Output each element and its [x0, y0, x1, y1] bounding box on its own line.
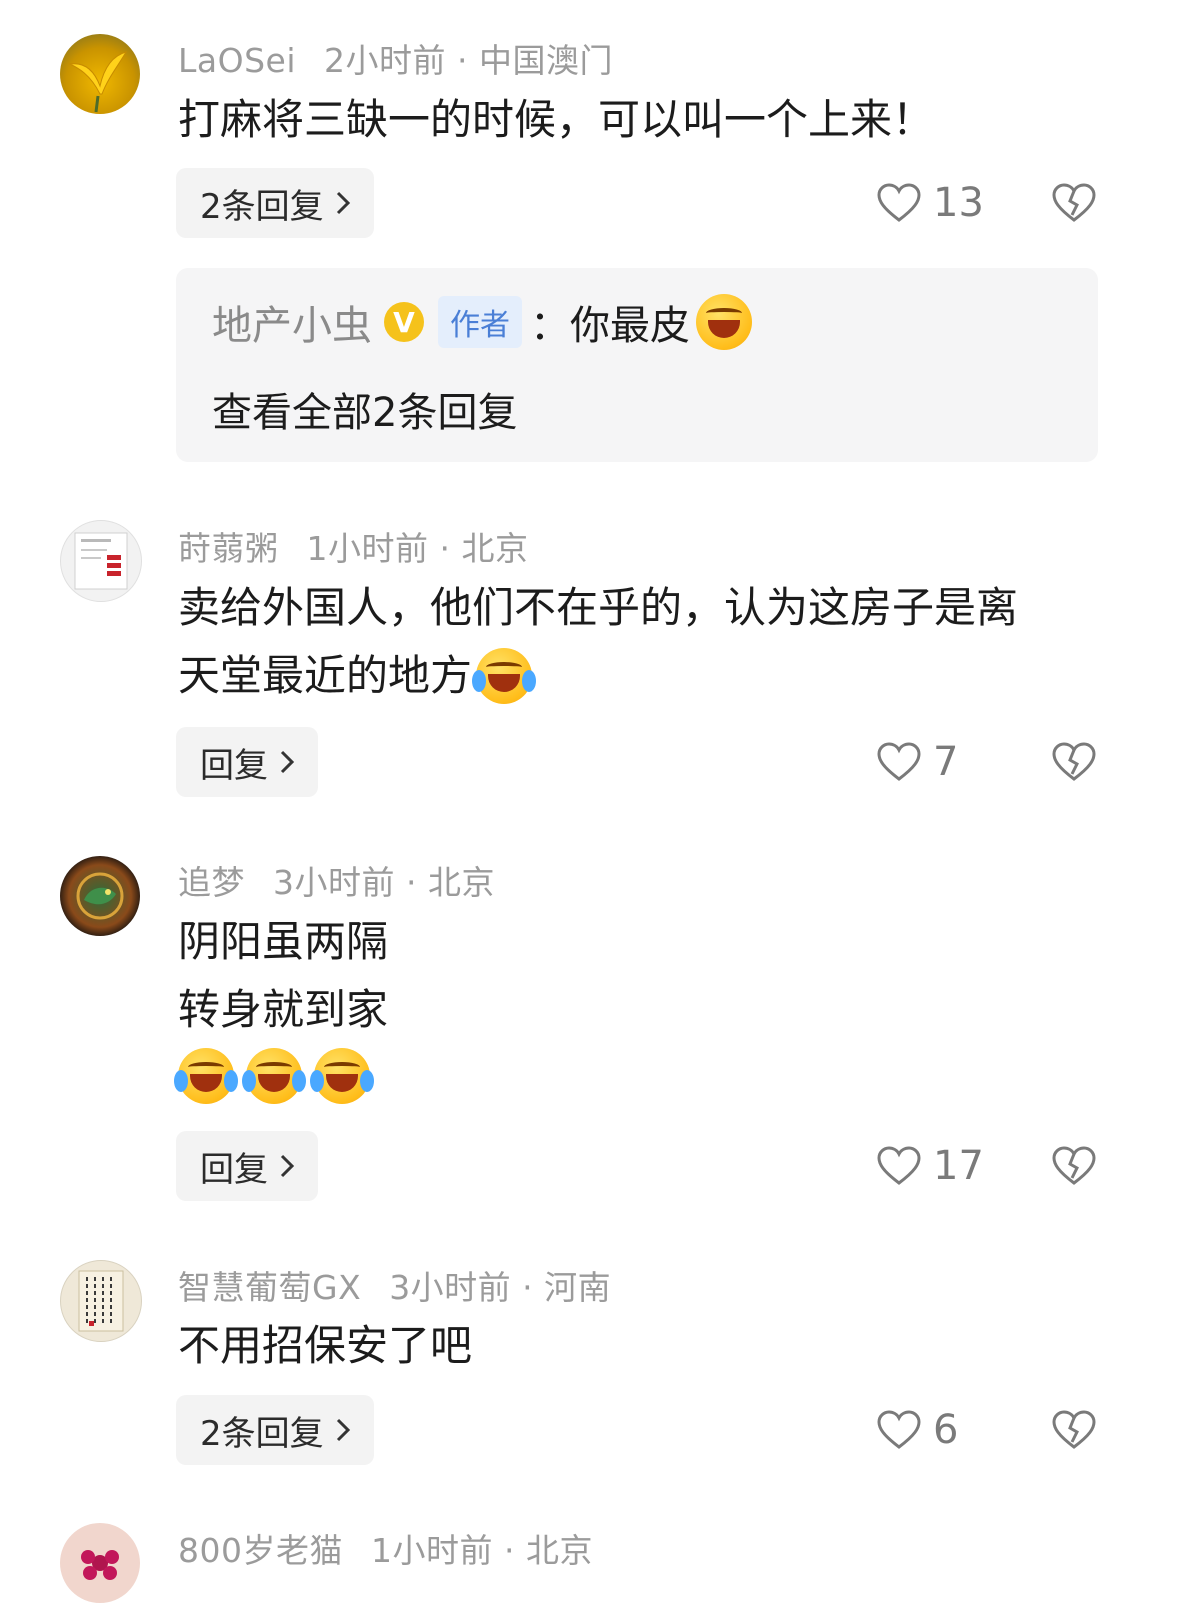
time-location: 3小时前 · 北京 — [273, 863, 495, 902]
like-count: 17 — [933, 1143, 984, 1189]
sub-reply-box[interactable]: 地产小虫 V 作者 ：你最皮 查看全部2条回复 — [176, 268, 1098, 462]
crying-laughing-emoji — [310, 1048, 374, 1104]
avatar[interactable] — [60, 856, 140, 936]
dislike-button[interactable] — [1052, 1395, 1096, 1465]
comment-meta: 追梦 3小时前 · 北京 — [178, 856, 495, 904]
chevron-right-icon — [336, 191, 350, 215]
crying-laughing-emoji — [174, 1048, 238, 1104]
sub-reply: 地产小虫 V 作者 ：你最皮 — [212, 292, 752, 352]
chevron-right-icon — [280, 1154, 295, 1178]
verified-icon: V — [384, 302, 424, 342]
document-image — [74, 532, 128, 590]
comment-meta: LaOSei 2小时前 · 中国澳门 — [178, 34, 613, 82]
crying-laughing-emoji — [242, 1048, 306, 1104]
reply-label: 2条回复 — [200, 186, 324, 227]
reply-button[interactable]: 回复 — [176, 1131, 318, 1201]
calligraphy-image — [78, 1270, 124, 1332]
broken-heart-icon — [1052, 1410, 1096, 1449]
heart-icon — [877, 183, 921, 222]
heart-icon — [877, 742, 921, 781]
author-badge: 作者 — [438, 296, 522, 348]
username[interactable]: 智慧葡萄GX — [178, 1268, 361, 1307]
lily-image — [68, 51, 128, 113]
dislike-button[interactable] — [1052, 1131, 1096, 1201]
reply-label: 回复 — [200, 1149, 268, 1190]
view-all-replies-link[interactable]: 查看全部2条回复 — [212, 380, 517, 438]
chevron-right-icon — [280, 750, 295, 774]
reply-button[interactable]: 回复 — [176, 727, 318, 797]
like-button[interactable]: 17 — [877, 1131, 984, 1201]
broken-heart-icon — [1052, 742, 1096, 781]
comment-line: 转身就到家 — [178, 985, 389, 1034]
like-button[interactable]: 7 — [877, 727, 958, 797]
reply-label: 2条回复 — [200, 1413, 324, 1454]
like-button[interactable]: 13 — [877, 168, 984, 238]
dislike-button[interactable] — [1052, 168, 1096, 238]
time-location: 1小时前 · 北京 — [306, 529, 529, 568]
heart-icon — [877, 1146, 921, 1185]
broken-heart-icon — [1052, 1146, 1096, 1185]
comment-line: 天堂最近的地方 — [178, 651, 473, 700]
username[interactable]: LaOSei — [178, 41, 296, 80]
comment-text: 阴阳虽两隔 转身就到家 — [174, 908, 389, 1104]
dislike-button[interactable] — [1052, 727, 1096, 797]
username[interactable]: 莳蒻粥 — [178, 529, 279, 568]
comment-text: 不用招保安了吧 — [178, 1312, 472, 1380]
comment-line: 卖给外国人，他们不在乎的，认为这房子是离 — [178, 583, 1019, 632]
comment-text: 卖给外国人，他们不在乎的，认为这房子是离 天堂最近的地方 — [178, 574, 1018, 710]
dragon-image — [76, 872, 124, 920]
laughing-emoji — [696, 294, 752, 350]
comment-text: 打麻将三缺一的时候，可以叫一个上来！ — [178, 86, 934, 154]
comment-meta: 智慧葡萄GX 3小时前 · 河南 — [178, 1261, 611, 1309]
sub-reply-user[interactable]: 地产小虫 — [212, 293, 372, 351]
avatar[interactable] — [60, 520, 142, 602]
chevron-right-icon — [336, 1418, 350, 1442]
time-location: 3小时前 · 河南 — [389, 1268, 612, 1307]
comment-line-with-emoji: 天堂最近的地方 — [178, 642, 1018, 710]
comment-line: 阴阳虽两隔 — [178, 917, 389, 966]
heart-icon — [877, 1410, 921, 1449]
reply-label: 回复 — [200, 745, 268, 786]
like-count: 6 — [933, 1407, 959, 1453]
crying-laughing-emoji — [472, 648, 537, 704]
sub-reply-text: ：你最皮 — [530, 303, 690, 349]
flower-image — [81, 1550, 119, 1580]
reply-button[interactable]: 2条回复 — [176, 168, 374, 238]
comment-line: 打麻将三缺一的时候，可以叫一个上来！ — [178, 95, 935, 144]
comment-line: 不用招保安了吧 — [178, 1321, 473, 1370]
comment-meta: 莳蒻粥 1小时前 · 北京 — [178, 522, 528, 570]
broken-heart-icon — [1052, 183, 1096, 222]
comment-meta: 800岁老猫 1小时前 · 北京 — [178, 1524, 593, 1572]
avatar[interactable] — [60, 34, 140, 114]
emoji-row — [174, 1048, 388, 1104]
like-count: 7 — [933, 739, 959, 785]
avatar[interactable] — [60, 1523, 140, 1603]
like-button[interactable]: 6 — [877, 1395, 958, 1465]
username[interactable]: 800岁老猫 — [178, 1531, 343, 1570]
time-location: 2小时前 · 中国澳门 — [324, 41, 613, 80]
reply-button[interactable]: 2条回复 — [176, 1395, 374, 1465]
avatar[interactable] — [60, 1260, 142, 1342]
like-count: 13 — [933, 180, 984, 226]
time-location: 1小时前 · 北京 — [371, 1531, 593, 1570]
username[interactable]: 追梦 — [178, 863, 245, 902]
